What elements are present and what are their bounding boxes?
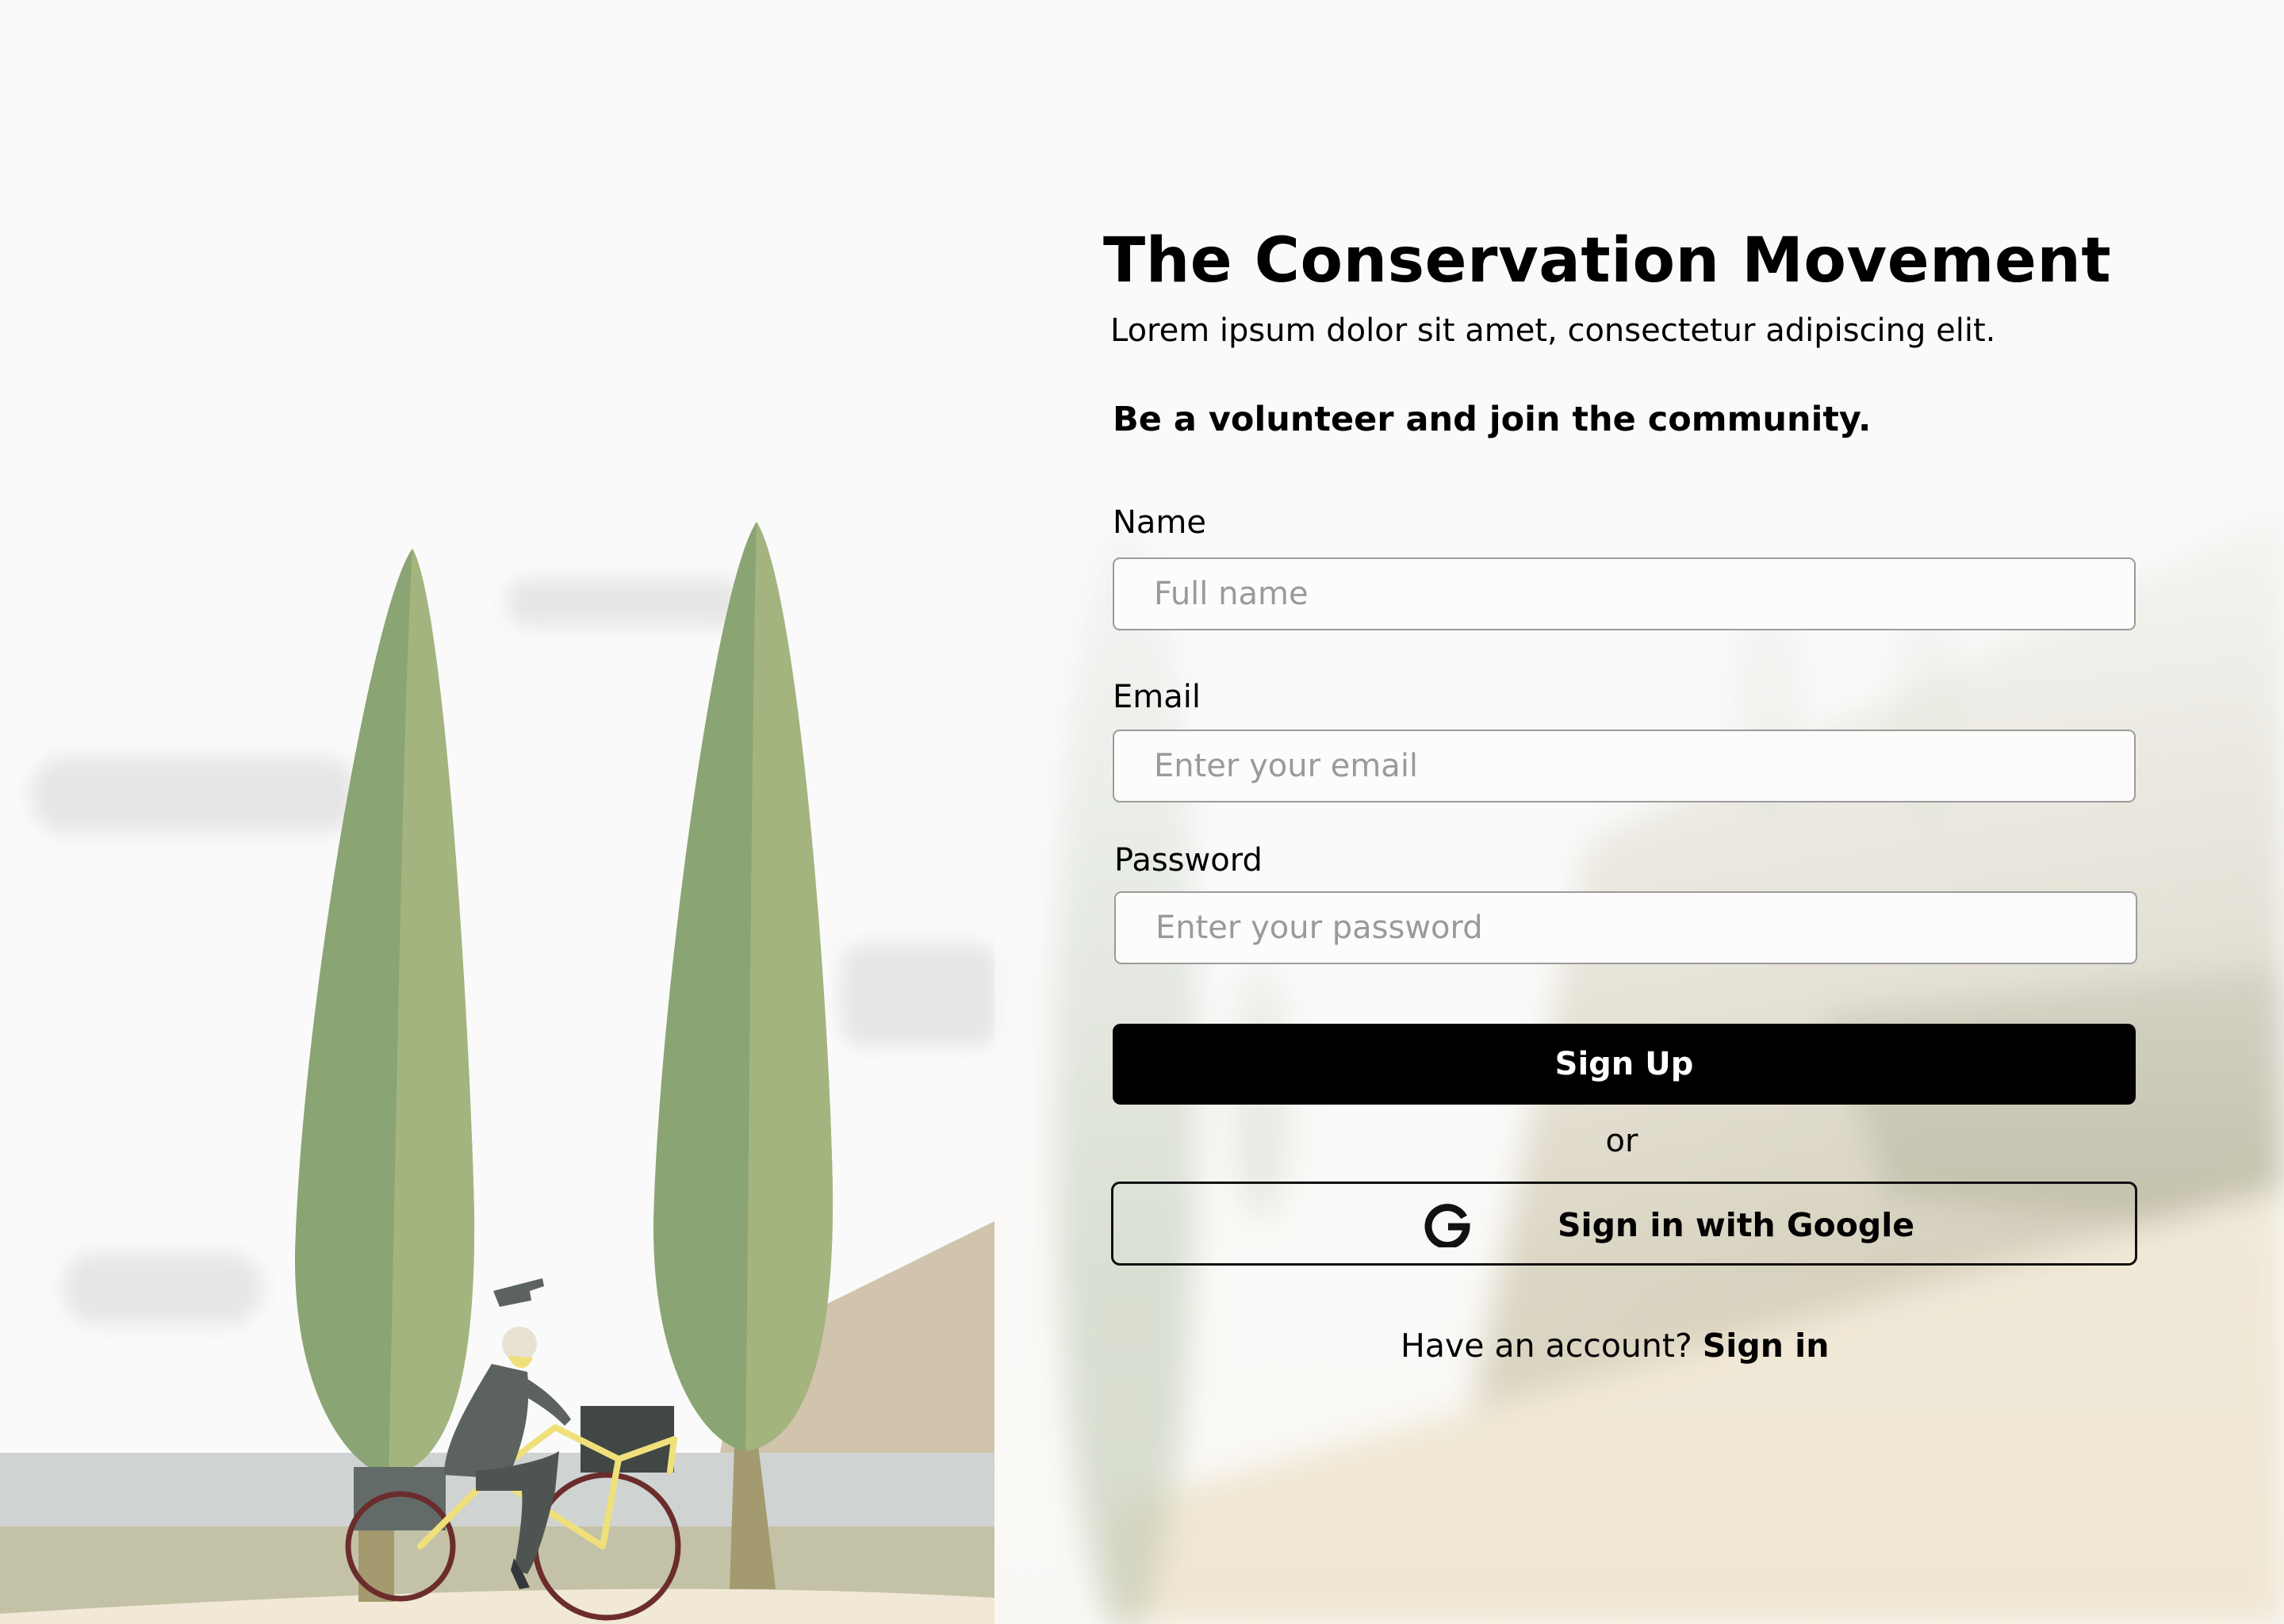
signup-panel: The Conservation Movement Lorem ipsum do…	[0, 0, 2284, 1624]
account-prompt-text: Have an account?	[1401, 1327, 1692, 1365]
google-g-icon	[1424, 1204, 1470, 1247]
page-title: The Conservation Movement	[1103, 225, 2112, 297]
or-divider: or	[1605, 1123, 1638, 1159]
email-label: Email	[1113, 679, 1201, 715]
sign-up-button[interactable]: Sign Up	[1113, 1024, 2136, 1105]
password-label: Password	[1114, 842, 1263, 879]
name-label: Name	[1113, 504, 1207, 541]
google-sign-in-label: Sign in with Google	[1558, 1206, 1915, 1244]
account-prompt: Have an account? Sign in	[1401, 1327, 1829, 1365]
sign-in-link[interactable]: Sign in	[1703, 1327, 1830, 1365]
name-input[interactable]	[1113, 557, 2136, 630]
password-input[interactable]	[1114, 891, 2137, 964]
volunteer-tagline: Be a volunteer and join the community.	[1113, 400, 1872, 439]
page-subtitle: Lorem ipsum dolor sit amet, consectetur …	[1110, 312, 1996, 349]
google-sign-in-button[interactable]: Sign in with Google	[1111, 1182, 2137, 1266]
email-input[interactable]	[1113, 730, 2136, 802]
